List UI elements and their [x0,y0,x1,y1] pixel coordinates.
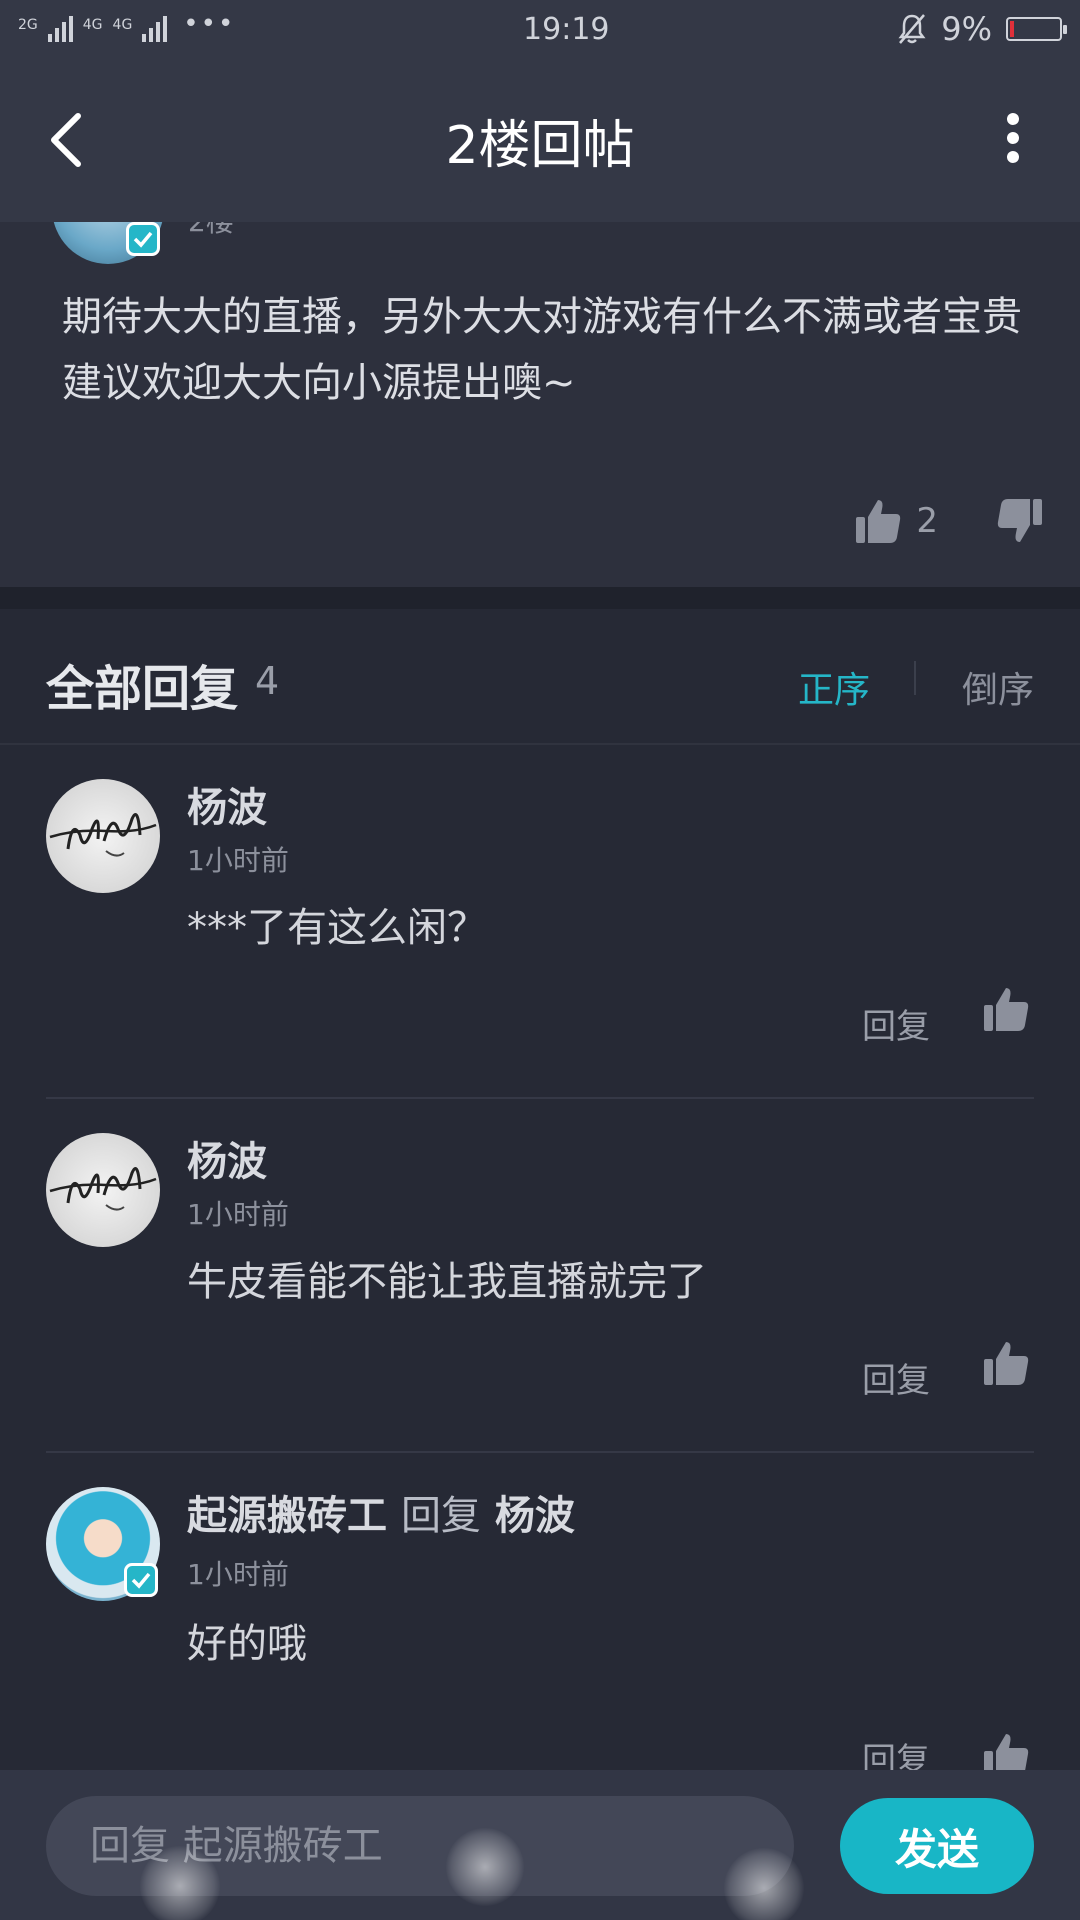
status-bar-right: 9% [897,10,1067,48]
reply-to-word: 回复 [400,1493,481,1539]
network-type-label: 4G [112,17,133,33]
post-actions: 2 [854,497,1044,545]
status-time: 19:19 [523,11,610,47]
original-post: 2楼 期待大大的直播，另外大大对游戏有什么不满或者宝贵建议欢迎大大向小源提出噢~… [0,222,1080,587]
back-chevron-icon[interactable] [46,112,86,168]
sort-ascending-tab[interactable]: 正序 [798,661,870,713]
reply-item: 杨波 1小时前 牛皮看能不能让我直播就完了 回复 [0,1099,1080,1453]
reply-author[interactable]: 杨波 [187,775,267,833]
replies-title: 全部回复 [46,661,239,717]
verified-badge-icon [124,1563,158,1597]
thumbs-down-icon[interactable] [996,497,1044,545]
reply-content: 牛皮看能不能让我直播就完了 [187,1259,707,1305]
reply-author-line: 起源搬砖工 回复 杨波 [187,1483,575,1541]
signal-icon [142,16,168,42]
network-type-label: 2G [18,17,38,33]
section-divider [0,587,1080,609]
like-count: 2 [916,501,938,541]
bell-muted-icon [898,14,926,44]
thumbs-up-icon[interactable] [982,985,1030,1033]
reply-item: 杨波 1小时前 ***了有这么闲？ 回复 [0,745,1080,1099]
reply-button[interactable]: 回复 [862,1353,930,1402]
post-content: 期待大大的直播，另外大大对游戏有什么不满或者宝贵建议欢迎大大向小源提出噢~ [62,294,1022,406]
status-bar: 2G 4G 4G ••• 19:19 9% [0,0,1080,58]
battery-percent: 9% [941,10,992,48]
floor-label: 2楼 [188,222,234,240]
page-title: 2楼回帖 [445,115,635,176]
status-bar-left: 2G 4G 4G ••• [18,9,235,42]
signal-icon [47,16,73,42]
signature-image [49,1167,157,1211]
more-notifications-icon: ••• [183,9,236,39]
battery-level-fill [1009,21,1014,37]
sort-descending-tab[interactable]: 倒序 [962,661,1034,713]
verified-badge-icon [126,222,160,256]
touch-glow [140,1846,220,1920]
replies-header: 全部回复 4 正序 倒序 [0,609,1080,745]
avatar[interactable] [46,779,160,893]
touch-glow [446,1828,524,1906]
replies-count: 4 [255,659,280,703]
thumbs-up-icon[interactable] [982,1339,1030,1387]
touch-glow [724,1848,804,1920]
reply-content: ***了有这么闲？ [187,905,487,951]
like-button[interactable]: 2 [854,497,938,545]
reply-time: 1小时前 [187,1198,289,1231]
nav-bar: 2楼回帖 [0,58,1080,222]
reply-time: 1小时前 [187,1558,289,1591]
battery-icon [1005,17,1067,41]
reply-item: 起源搬砖工 回复 杨波 1小时前 好的哦 回复 [0,1453,1080,1807]
network-type-label: 4G [82,17,103,33]
sort-separator [914,661,916,695]
reply-author[interactable]: 起源搬砖工 [187,1493,387,1539]
reply-button[interactable]: 回复 [862,999,930,1048]
thumbs-up-icon [856,500,901,543]
send-button[interactable]: 发送 [840,1798,1034,1894]
reply-time: 1小时前 [187,844,289,877]
more-options-icon[interactable] [1006,113,1020,163]
reply-content: 好的哦 [187,1621,307,1667]
reply-target-author[interactable]: 杨波 [495,1493,575,1539]
signature-image [49,813,157,857]
avatar[interactable] [46,1133,160,1247]
reply-author[interactable]: 杨波 [187,1129,267,1187]
